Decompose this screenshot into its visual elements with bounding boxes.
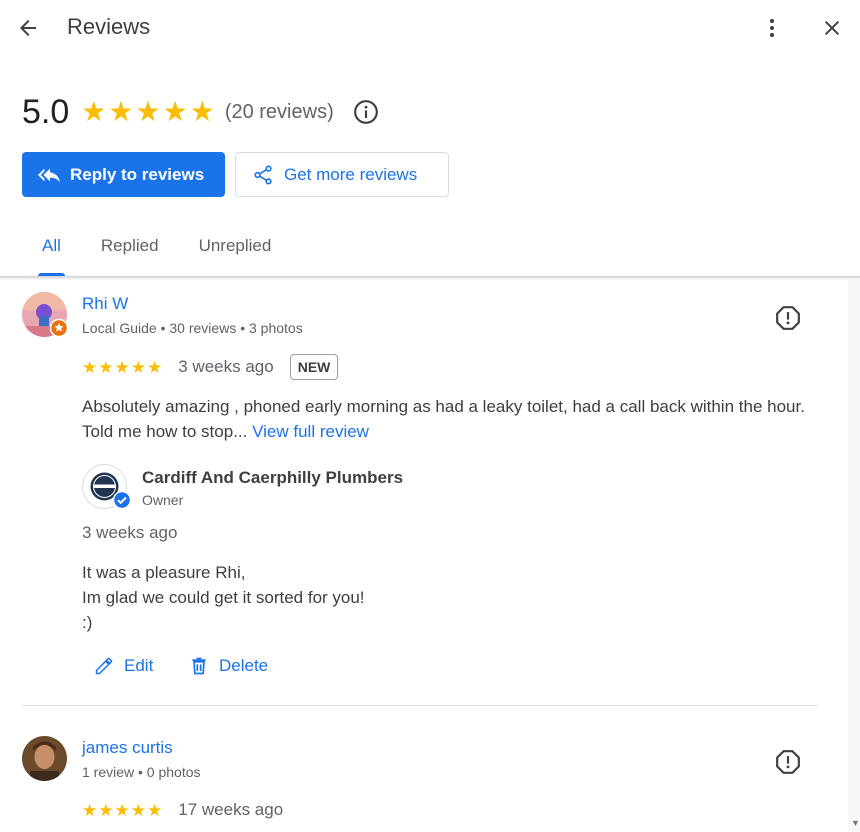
local-guide-badge-icon [50, 319, 68, 337]
rating-stars: ★ ★ ★ ★ ★ [81, 98, 215, 126]
avatar[interactable] [22, 736, 67, 781]
review-text: Absolutely amazing , phoned early mornin… [82, 397, 805, 441]
tab-all[interactable]: All [22, 226, 81, 276]
edit-reply-button[interactable]: Edit [94, 656, 153, 676]
back-button[interactable] [12, 12, 44, 44]
review-divider [22, 705, 818, 706]
star-icon: ★ [130, 800, 146, 820]
review-time: 3 weeks ago [178, 357, 274, 376]
page-title: Reviews [67, 14, 151, 39]
star-icon: ★ [82, 800, 98, 820]
reviewer-meta: 1 review • 0 photos [82, 764, 201, 780]
review-card: Rhi W Local Guide • 30 reviews • 3 photo… [22, 292, 822, 692]
view-full-review-link[interactable]: View full review [252, 422, 369, 441]
report-review-button[interactable] [774, 748, 802, 776]
get-more-reviews-button[interactable]: Get more reviews [235, 152, 449, 197]
rating-summary: 5.0 ★ ★ ★ ★ ★ (20 reviews) [22, 92, 380, 132]
star-icon: ★ [147, 357, 163, 377]
star-icon: ★ [130, 357, 146, 377]
review-text-block: Absolutely amazing , phoned early mornin… [82, 394, 812, 444]
rating-value: 5.0 [22, 92, 70, 131]
reply-to-reviews-button[interactable]: Reply to reviews [22, 152, 225, 197]
header: Reviews [0, 0, 860, 56]
reviewer-meta: Local Guide • 30 reviews • 3 photos [82, 320, 303, 336]
delete-label: Delete [219, 656, 269, 675]
report-review-button[interactable] [774, 304, 802, 332]
owner-avatar [82, 464, 131, 509]
review-card: james curtis 1 review • 0 photos ★ ★ ★ ★ ★ 1… [22, 736, 822, 832]
star-icon: ★ [82, 357, 98, 377]
star-icon: ★ [98, 800, 114, 820]
reviewer-name[interactable]: james curtis [82, 738, 173, 758]
reply-to-reviews-label: Reply to reviews [70, 164, 205, 184]
star-icon: ★ [81, 96, 107, 127]
close-icon [825, 21, 839, 35]
delete-trash-icon [192, 657, 206, 675]
reviewer-name[interactable]: Rhi W [82, 294, 128, 314]
info-icon[interactable] [352, 98, 380, 126]
star-icon: ★ [135, 96, 161, 127]
share-icon [254, 164, 272, 185]
flag-alert-icon [776, 750, 800, 774]
owner-role: Owner [142, 492, 184, 508]
reply-all-icon [38, 168, 60, 182]
star-icon: ★ [114, 357, 130, 377]
reply-time: 3 weeks ago [82, 523, 178, 542]
review-stars: ★ ★ ★ ★ ★ [82, 359, 162, 376]
star-icon: ★ [114, 800, 130, 820]
star-icon: ★ [147, 800, 163, 820]
close-button[interactable] [816, 12, 848, 44]
more-vert-icon [770, 19, 774, 37]
review-time: 17 weeks ago [178, 800, 284, 819]
scroll-down-arrow-icon[interactable]: ▼ [851, 818, 860, 828]
edit-pencil-icon [95, 657, 113, 675]
star-icon: ★ [108, 96, 134, 127]
more-options-button[interactable] [756, 12, 788, 44]
review-stars: ★ ★ ★ ★ ★ [82, 802, 162, 819]
delete-reply-button[interactable]: Delete [189, 656, 268, 676]
review-rating-row: ★ ★ ★ ★ ★ 17 weeks ago [82, 800, 299, 820]
arrow-back-icon [20, 20, 36, 36]
review-count: (20 reviews) [224, 100, 334, 123]
tab-unreplied[interactable]: Unreplied [179, 226, 292, 276]
owner-name: Cardiff And Caerphilly Plumbers [142, 468, 404, 487]
new-badge: NEW [289, 354, 339, 380]
scrollbar[interactable] [848, 280, 860, 832]
star-icon: ★ [189, 96, 215, 127]
verified-check-icon [113, 491, 131, 509]
tabs-divider [0, 276, 860, 280]
review-filter-tabs: All Replied Unreplied [22, 226, 291, 276]
review-rating-row: ★ ★ ★ ★ ★ 3 weeks ago NEW [82, 354, 339, 380]
reply-text: It was a pleasure Rhi, Im glad we could … [82, 563, 365, 632]
star-icon: ★ [98, 357, 114, 377]
edit-label: Edit [124, 656, 154, 675]
avatar[interactable] [22, 292, 68, 337]
get-more-reviews-label: Get more reviews [284, 164, 418, 184]
star-icon: ★ [162, 96, 188, 127]
tab-replied[interactable]: Replied [81, 226, 179, 276]
flag-alert-icon [776, 306, 800, 330]
